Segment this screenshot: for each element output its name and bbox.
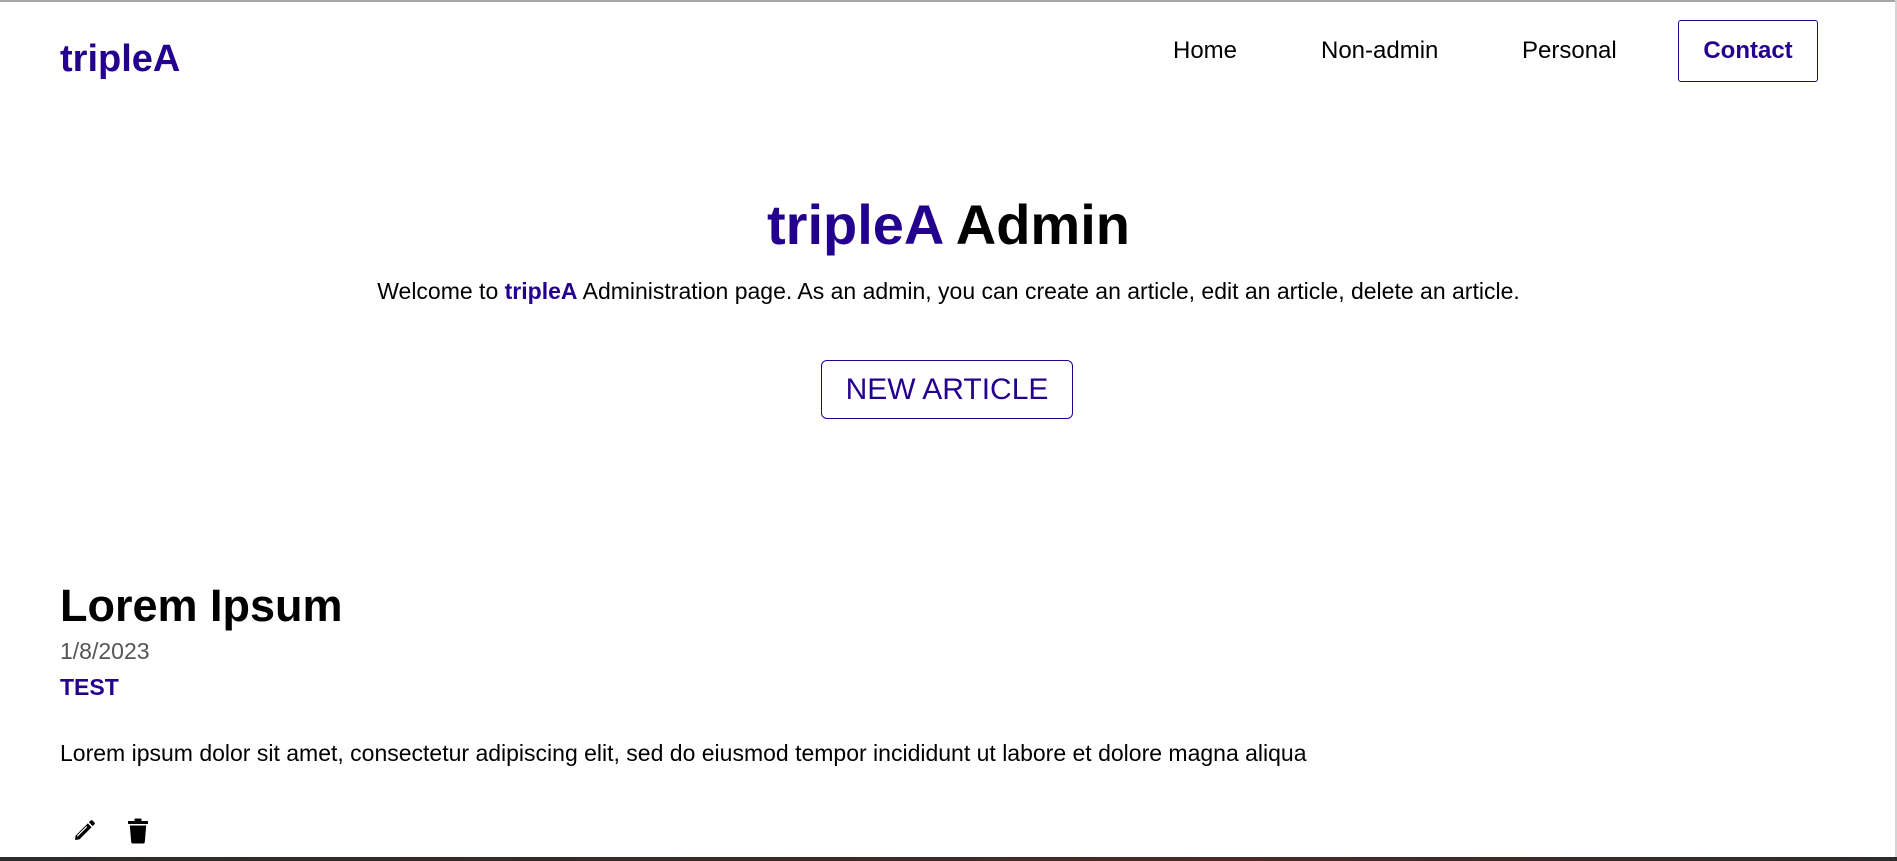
main-nav: Home Non-admin Personal Contact	[0, 20, 1897, 84]
page-title-rest: Admin	[955, 193, 1130, 256]
page-intro-text: Administration page. As an admin, you ca…	[582, 278, 1520, 304]
contact-button[interactable]: Contact	[1678, 20, 1818, 82]
trash-icon	[127, 818, 149, 844]
page-title: tripleA Admin	[0, 192, 1897, 258]
article-body: Lorem ipsum dolor sit amet, consectetur …	[60, 740, 1307, 766]
page-intro-brand: tripleA	[504, 278, 578, 304]
nav-link-personal[interactable]: Personal	[1522, 20, 1617, 82]
page-intro-prefix: Welcome to	[377, 278, 499, 304]
article-date: 1/8/2023	[60, 638, 150, 664]
delete-article-button[interactable]	[120, 814, 156, 848]
new-article-button[interactable]: NEW ARTICLE	[821, 360, 1073, 419]
page-title-brand: tripleA	[767, 193, 943, 256]
taskbar-edge	[0, 857, 1897, 861]
nav-link-non-admin[interactable]: Non-admin	[1321, 20, 1438, 82]
page-intro: Welcome to tripleA Administration page. …	[0, 276, 1897, 306]
pencil-icon	[72, 819, 96, 843]
article-tag[interactable]: TEST	[60, 672, 119, 702]
window-top-border	[0, 0, 1897, 2]
edit-article-button[interactable]	[66, 814, 102, 848]
article-title: Lorem Ipsum	[60, 580, 343, 631]
nav-link-home[interactable]: Home	[1173, 20, 1237, 82]
